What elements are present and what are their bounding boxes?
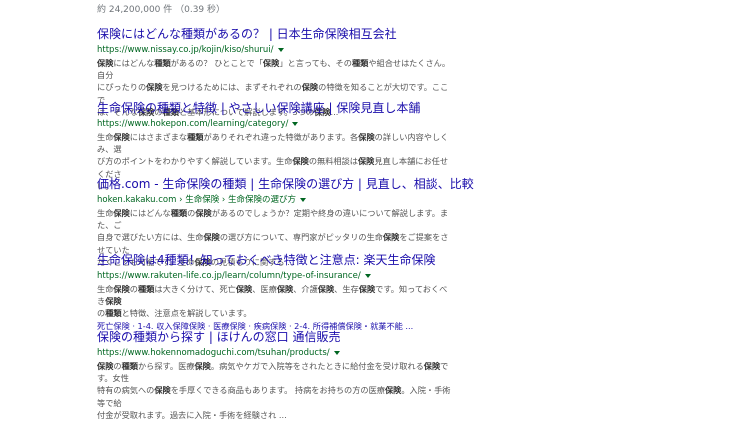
snippet-text: の [113, 361, 122, 371]
snippet-highlight: 保険 [105, 296, 122, 307]
result-title-link[interactable]: 生命保険は4種類！知っておくべき特徴と注意点: 楽天生命保険 [97, 253, 455, 268]
snippet-highlight: 保険 [154, 385, 171, 396]
snippet-line: 保険にはどんな種類があるの？ ひとことで「保険」と言っても、その種類や組合せはた… [97, 57, 455, 81]
snippet-highlight: 保険 [203, 232, 220, 243]
caret-down-icon[interactable] [364, 273, 371, 278]
snippet-text: 付金が受取れます。過去に入院・手術を経験され ... [97, 409, 287, 420]
snippet-text: 生命 [97, 132, 114, 142]
snippet-highlight: 保険 [97, 361, 114, 371]
snippet-highlight: 保険 [97, 58, 114, 68]
snippet-text: 、生存 [334, 284, 359, 294]
result-title-link[interactable]: 価格.com - 生命保険の種類 | 生命保険の選び方 | 見直し、相談、比較 [97, 177, 474, 192]
snippet-line: 付金が受取れます。過去に入院・手術を経験され ... [97, 409, 455, 421]
result-url: https://www.nissay.co.jp/kojin/kiso/shur… [97, 45, 274, 55]
result-snippet: 保険の種類から探す。医療保険。病気やケガで入院等をされたときに給付金を受け取れる… [97, 360, 455, 421]
snippet-highlight: 保険 [276, 284, 294, 294]
snippet-highlight: 保険 [113, 208, 130, 218]
result-url-row: https://www.rakuten-life.co.jp/learn/col… [97, 270, 455, 282]
snippet-highlight: 保険 [292, 156, 309, 167]
snippet-text: から探す。医療 [137, 361, 195, 371]
snippet-highlight: 保険 [358, 132, 375, 142]
snippet-text: にはどんな [113, 58, 155, 68]
snippet-text: 」と言っても、その [279, 58, 352, 68]
result-url-row: https://www.hokennomadoguchi.com/tsuhan/… [97, 347, 455, 359]
result-title-link[interactable]: 生命保険の種類と特徴 | やさしい保険講座 | 保険見直し本舗 [97, 101, 455, 116]
caret-down-icon[interactable] [300, 197, 307, 202]
snippet-text: の [97, 308, 106, 319]
snippet-highlight: 種類 [351, 58, 369, 68]
result-url-row: https://www.hokepon.com/learning/categor… [97, 118, 455, 130]
snippet-text: 生命 [97, 284, 114, 294]
snippet-text: 。病気やケガで入院等をされたときに給付金を受け取れる [210, 361, 424, 371]
snippet-text: の [129, 284, 138, 294]
snippet-highlight: 保険 [113, 132, 130, 142]
snippet-text: がありそれぞれ違った特徴があります。各 [203, 132, 359, 142]
snippet-text: 、医療 [252, 284, 277, 294]
result-title-link[interactable]: 保険の種類から探す | ほけんの窓口 通信販売 [97, 330, 455, 345]
snippet-highlight: 保険 [357, 156, 375, 167]
result-url: https://www.hokepon.com/learning/categor… [97, 119, 289, 129]
snippet-text: を見つけるためには、まずそれぞれの [162, 82, 302, 93]
snippet-text: 自身で選びたい方には、生命 [97, 232, 204, 243]
snippet-text: があるの？ ひとことで「 [170, 58, 263, 68]
caret-down-icon[interactable] [277, 47, 284, 52]
result-url-row: hoken.kakaku.com › 生命保険 › 生命保険の選び方 [97, 194, 455, 206]
snippet-text: にぴったりの [97, 82, 147, 93]
caret-down-icon[interactable] [333, 350, 340, 355]
snippet-highlight: 保険 [146, 82, 163, 93]
search-result-stats: 約 24,200,000 件 （0.39 秒） [97, 5, 226, 15]
snippet-line: 生命保険にはさまざまな種類がありそれぞれ違った特徴があります。各保険の詳しい内容… [97, 131, 455, 155]
snippet-text: にはどんな [129, 208, 171, 218]
snippet-highlight: 保険 [262, 58, 280, 68]
snippet-highlight: 種類 [137, 284, 155, 294]
snippet-text: 特有の病気への [97, 385, 155, 396]
snippet-highlight: 保険 [423, 361, 441, 371]
snippet-highlight: 保険 [317, 284, 335, 294]
result-snippet: 生命保険の種類は大きく分けて、死亡保険、医療保険、介護保険、生存保険です。知って… [97, 283, 455, 320]
snippet-line: 生命保険にはどんな種類の保険があるのでしょうか？定期や終身の違いについて解説しま… [97, 207, 455, 231]
result-url: hoken.kakaku.com › 生命保険 › 生命保険の選び方 [97, 195, 297, 205]
snippet-highlight: 保険 [358, 284, 376, 294]
search-result: 保険の種類から探す | ほけんの窓口 通信販売 https://www.hoke… [97, 330, 455, 421]
snippet-text: は大きく分けて、死亡 [154, 284, 236, 294]
snippet-text: を手厚くできる商品もあります。 持病をお持ちの方の医療 [170, 385, 385, 396]
result-title-link[interactable]: 保険にはどんな種類があるの？ | 日本生命保険相互会社 [97, 27, 455, 42]
caret-down-icon[interactable] [292, 121, 299, 126]
snippet-text: の無料相談は [308, 156, 358, 167]
snippet-line: 特有の病気への保険を手厚くできる商品もあります。 持病をお持ちの方の医療保険。入… [97, 384, 455, 408]
snippet-highlight: 種類 [187, 132, 204, 142]
snippet-highlight: 保険 [384, 385, 402, 396]
snippet-highlight: 種類 [170, 208, 188, 218]
snippet-highlight: 種類 [154, 58, 171, 68]
snippet-highlight: 保険 [301, 82, 319, 93]
search-result: 生命保険は4種類！知っておくべき特徴と注意点: 楽天生命保険 https://w… [97, 253, 455, 332]
result-url-row: https://www.nissay.co.jp/kojin/kiso/shur… [97, 44, 455, 56]
snippet-line: 保険の種類から探す。医療保険。病気やケガで入院等をされたときに給付金を受け取れる… [97, 360, 455, 384]
snippet-highlight: 保険 [382, 232, 400, 243]
snippet-text: 、介護 [293, 284, 318, 294]
snippet-highlight: 保険 [235, 284, 253, 294]
snippet-text: の選び方について、専門家がピッタリの生命 [219, 232, 383, 243]
snippet-text: 生命 [97, 208, 114, 218]
result-url: https://www.hokennomadoguchi.com/tsuhan/… [97, 348, 330, 358]
snippet-line: の種類と特徴、注意点を解説しています。 [97, 307, 455, 319]
snippet-line: 生命保険の種類は大きく分けて、死亡保険、医療保険、介護保険、生存保険です。知って… [97, 283, 455, 307]
snippet-highlight: 保険 [113, 284, 130, 294]
snippet-text: と特徴、注意点を解説しています。 [121, 308, 252, 319]
snippet-highlight: 保険 [194, 361, 211, 371]
snippet-text: にはさまざまな [129, 132, 188, 142]
result-url: https://www.rakuten-life.co.jp/learn/col… [97, 271, 361, 281]
snippet-highlight: 保険 [195, 208, 212, 218]
snippet-highlight: 種類 [105, 308, 122, 319]
snippet-text: び方のポイントをわかりやすく解説しています。生命 [97, 156, 293, 167]
snippet-highlight: 種類 [121, 361, 138, 371]
